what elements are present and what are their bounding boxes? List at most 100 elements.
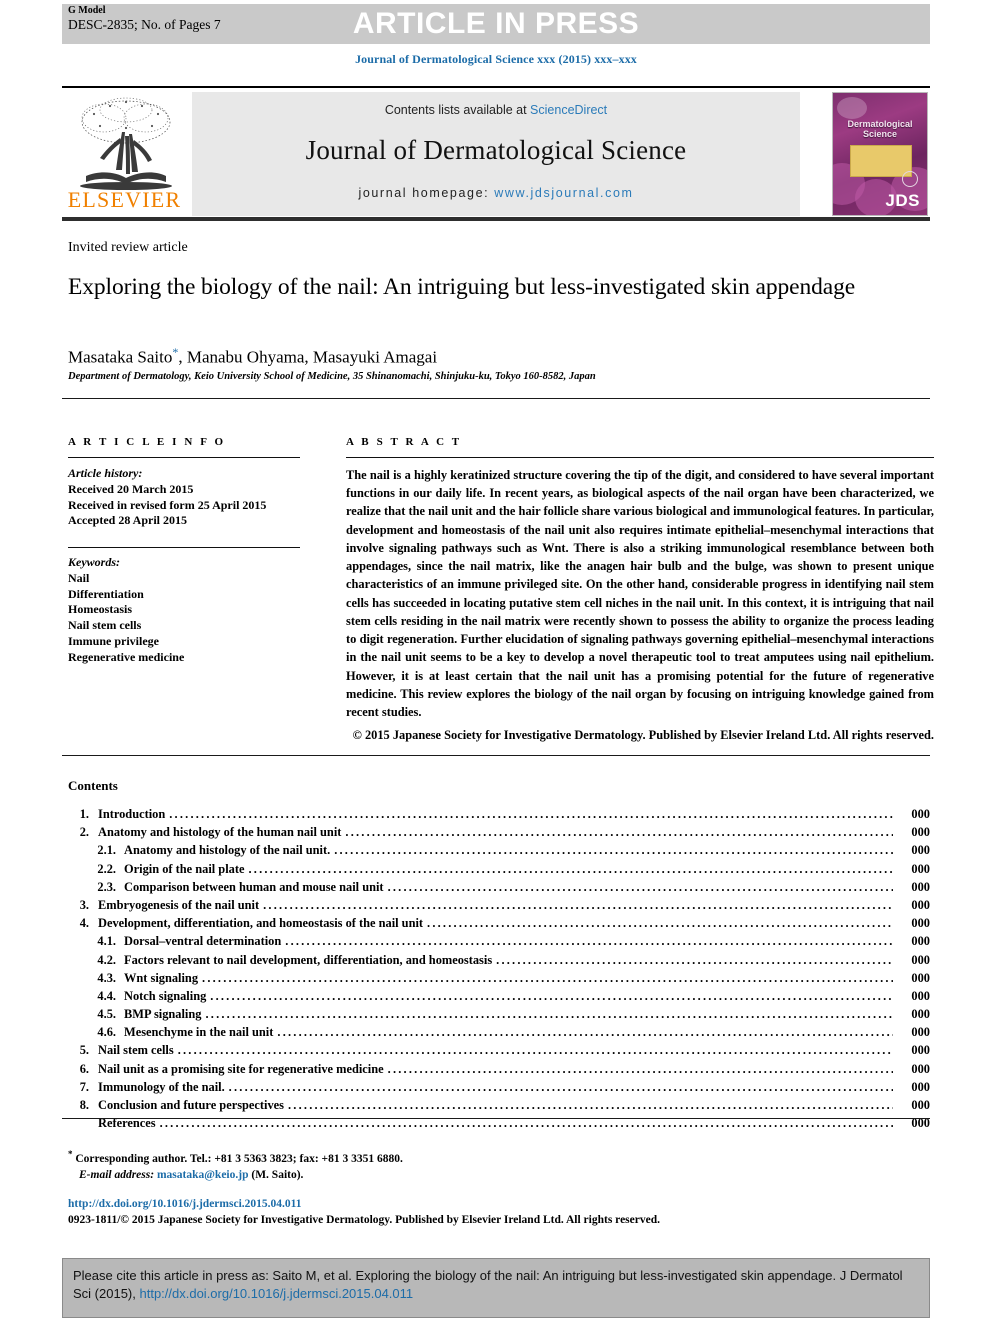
- toc-label: Wnt signaling: [124, 970, 199, 985]
- toc-leader-dots: ........................................…: [345, 826, 893, 839]
- toc-leader-dots: ........................................…: [228, 1080, 893, 1094]
- toc-number: 4.3.: [97, 970, 116, 985]
- toc-section-row[interactable]: 4. Development, differentiation, and home…: [68, 917, 930, 935]
- toc-number: 4.6.: [97, 1025, 116, 1040]
- toc-leader-dots: ........................................…: [263, 898, 893, 912]
- toc-label: Anatomy and histology of the nail unit.: [124, 843, 331, 858]
- toc-subsection-row[interactable]: 4.1. Dorsal–ventral determination........…: [68, 935, 930, 953]
- keyword-item: Regenerative medicine: [68, 649, 185, 664]
- toc-leader-dots: ........................................…: [387, 880, 893, 894]
- contents-lists-line: Contents lists available at ScienceDirec…: [192, 103, 800, 117]
- keywords-label: Keywords:: [68, 554, 120, 569]
- toc-section-row[interactable]: 8. Conclusion and future perspectives....…: [68, 1099, 930, 1117]
- toc-subsection-row[interactable]: 4.5. BMP signaling.......................…: [68, 1008, 930, 1026]
- toc-label: Mesenchyme in the nail unit: [124, 1025, 274, 1040]
- article-title: Exploring the biology of the nail: An in…: [68, 274, 856, 300]
- manuscript-id: DESC-2835; No. of Pages 7: [68, 17, 221, 33]
- author-first: Masataka Saito: [68, 347, 173, 367]
- toc-number: 6.: [79, 1061, 89, 1076]
- toc-leader-dots: ........................................…: [277, 1026, 893, 1039]
- footnote-block: * Corresponding author. Tel.: +81 3 5363…: [68, 1148, 568, 1184]
- journal-homepage-line: journal homepage: www.jdsjournal.com: [192, 186, 800, 200]
- author-affiliation: Department of Dermatology, Keio Universi…: [68, 371, 596, 382]
- toc-page-number: 000: [911, 861, 930, 876]
- divider-after-abstract: [62, 755, 930, 756]
- toc-label: Nail stem cells: [98, 1043, 174, 1058]
- toc-label: Immunology of the nail.: [98, 1079, 225, 1094]
- toc-page-number: 000: [911, 952, 930, 967]
- abstract-heading: A B S T R A C T: [346, 436, 462, 448]
- toc-page-number: 000: [911, 970, 930, 985]
- toc-label: Anatomy and histology of the human nail …: [98, 825, 342, 840]
- toc-label: Notch signaling: [124, 988, 207, 1003]
- cover-seal-icon: [902, 171, 918, 187]
- author-rest: , Manabu Ohyama, Masayuki Amagai: [178, 347, 438, 367]
- toc-label: Comparison between human and mouse nail …: [124, 879, 384, 894]
- toc-number: 2.2.: [97, 861, 116, 876]
- toc-subsection-row[interactable]: 4.3. Wnt signaling.......................…: [68, 970, 930, 990]
- doi-link[interactable]: http://dx.doi.org/10.1016/j.jdermsci.201…: [68, 1196, 868, 1212]
- toc-number: 4.: [79, 916, 89, 931]
- please-cite-box: Please cite this article in press as: Sa…: [62, 1258, 930, 1318]
- journal-cover-image: Dermatological Science JDS: [832, 92, 928, 216]
- toc-section-row[interactable]: 3. Embryogenesis of the nail unit........…: [68, 899, 930, 917]
- cover-title-line2: Science: [862, 129, 898, 140]
- toc-section-row[interactable]: References..............................…: [68, 1117, 930, 1135]
- cover-journal-title: Dermatological Science: [833, 119, 927, 140]
- toc-number: 3.: [79, 897, 89, 912]
- toc-number: 4.1.: [97, 934, 116, 949]
- article-history-item: Received in revised form 25 April 2015: [68, 497, 267, 512]
- toc-page-number: 000: [911, 988, 930, 1003]
- toc-number: 4.2.: [97, 952, 116, 967]
- keyword-item: Nail: [68, 570, 90, 585]
- toc-section-row[interactable]: 5. Nail stem cells.......................…: [68, 1044, 930, 1062]
- toc-label: Introduction: [98, 807, 166, 821]
- journal-reference-line: Journal of Dermatological Science xxx (2…: [355, 52, 637, 66]
- divider-abstract: [346, 457, 934, 458]
- toc-leader-dots: ........................................…: [334, 844, 893, 857]
- contents-heading: Contents: [68, 778, 118, 793]
- toc-label: Nail unit as a promising site for regene…: [98, 1061, 384, 1076]
- toc-subsection-row[interactable]: 4.4. Notch signaling.....................…: [68, 988, 930, 1008]
- email-note: E-mail address: masataka@keio.jp (M. Sai…: [68, 1168, 568, 1184]
- cite-doi-link[interactable]: http://dx.doi.org/10.1016/j.jdermsci.201…: [139, 1286, 413, 1301]
- elsevier-tree-icon: [80, 97, 172, 190]
- toc-section-row[interactable]: 6. Nail unit as a promising site for rege…: [68, 1061, 930, 1081]
- toc-label: References: [98, 1116, 156, 1131]
- divider-after-contents: [62, 1118, 930, 1119]
- keyword-item: Differentiation: [68, 586, 144, 601]
- toc-leader-dots: ........................................…: [177, 1044, 893, 1057]
- divider-after-title: [62, 398, 930, 399]
- toc-label: Dorsal–ventral determination: [124, 934, 282, 949]
- toc-section-row[interactable]: 1. Introduction..........................…: [68, 808, 930, 826]
- toc-subsection-row[interactable]: 2.2. Origin of the nail plate............…: [68, 861, 930, 881]
- cover-figure-panel: [850, 145, 912, 177]
- article-type-label: Invited review article: [68, 240, 188, 255]
- g-model-label: G Model: [68, 5, 106, 16]
- keywords-block: Keywords: Nail Differentiation Homeostas…: [68, 546, 300, 666]
- toc-leader-dots: ........................................…: [248, 862, 893, 875]
- journal-masthead: ELSEVIER Contents lists available at Sci…: [62, 86, 930, 221]
- toc-label: Conclusion and future perspectives: [98, 1098, 284, 1112]
- toc-number: 2.1.: [97, 843, 116, 858]
- masthead-center: Contents lists available at ScienceDirec…: [192, 92, 800, 216]
- toc-leader-dots: ........................................…: [159, 1117, 893, 1130]
- toc-page-number: 000: [911, 897, 930, 912]
- toc-section-row[interactable]: 2. Anatomy and histology of the human nai…: [68, 826, 930, 844]
- toc-section-row[interactable]: 7. Immunology of the nail................…: [68, 1079, 930, 1099]
- sciencedirect-link[interactable]: ScienceDirect: [530, 103, 607, 117]
- toc-subsection-row[interactable]: 4.6. Mesenchyme in the nail unit.........…: [68, 1026, 930, 1044]
- email-link[interactable]: masataka@keio.jp: [157, 1169, 249, 1181]
- toc-subsection-row[interactable]: 2.3. Comparison between human and mouse n…: [68, 879, 930, 899]
- toc-subsection-row[interactable]: 2.1. Anatomy and histology of the nail un…: [68, 844, 930, 862]
- toc-page-number: 000: [911, 1116, 930, 1131]
- keyword-item: Nail stem cells: [68, 618, 142, 633]
- manuscript-id-block: G Model DESC-2835; No. of Pages 7: [68, 5, 221, 34]
- article-history-label: Article history:: [68, 466, 143, 480]
- homepage-prefix: journal homepage:: [358, 186, 495, 200]
- corresponding-author-note: * Corresponding author. Tel.: +81 3 5363…: [68, 1148, 568, 1168]
- toc-subsection-row[interactable]: 4.2. Factors relevant to nail development…: [68, 952, 930, 972]
- journal-homepage-link[interactable]: www.jdsjournal.com: [494, 186, 633, 200]
- toc-leader-dots: ........................................…: [169, 808, 893, 821]
- elsevier-wordmark: ELSEVIER: [67, 187, 182, 212]
